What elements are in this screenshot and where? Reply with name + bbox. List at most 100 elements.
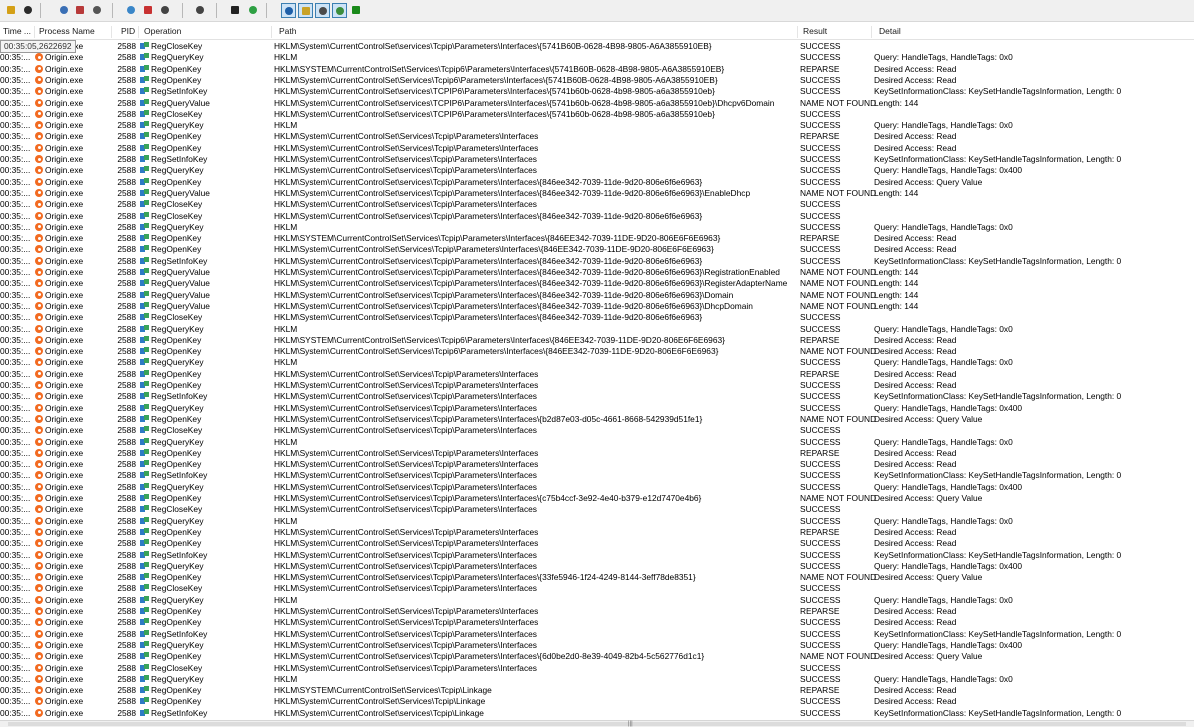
table-row[interactable]: 00:35:... Origin.exe 2588 RegSetInfoKey HKLM…: [0, 550, 1194, 561]
table-row[interactable]: 00:35:... Origin.exe 2588 RegQueryKey HKLM SU…: [0, 324, 1194, 335]
table-row[interactable]: 00:35:... Origin.exe 2588 RegOpenKey HKLM\Sy…: [0, 696, 1194, 707]
table-row[interactable]: 00:35:... Origin.exe 2588 RegQueryKey HKLM SU…: [0, 674, 1194, 685]
table-row[interactable]: 00:35:... Origin.exe 2588 RegQueryKey HKLM\S…: [0, 403, 1194, 414]
save-icon[interactable]: [21, 3, 36, 18]
table-row[interactable]: 00:35:...Origin.exe2588RegCloseKeyHKLM\S…: [0, 504, 1194, 515]
process-cell: Origin.exe: [35, 131, 119, 142]
origin-process-icon: [35, 347, 43, 356]
show-filesystem-icon[interactable]: [298, 3, 313, 18]
table-row[interactable]: 00:35:... Origin.exe 2588 RegSetInfoKey HKLM…: [0, 256, 1194, 267]
table-row[interactable]: 00:35:... Origin.exe 2588 RegQueryKey HKLM SU…: [0, 120, 1194, 131]
table-row[interactable]: 00:35:...Origin.exe2588RegCloseKeyHKLM\S…: [0, 583, 1194, 594]
process-name: Origin.exe: [45, 187, 84, 198]
operation-cell: RegOpenKey: [140, 527, 270, 538]
table-row[interactable]: 00:35:... Origin.exe 2588 RegOpenKey HKLM\Sy…: [0, 617, 1194, 628]
horizontal-scrollbar[interactable]: |||: [0, 720, 1194, 727]
process-name: Origin.exe: [45, 459, 84, 470]
table-row[interactable]: 00:35:... Origin.exe 2588 RegOpenKey HKLM\Sy…: [0, 459, 1194, 470]
table-row[interactable]: 00:35:... Origin.exe 2588 RegOpenKey HKLM\Sy…: [0, 346, 1194, 357]
table-row[interactable]: 00:35:... Origin.exe 2588 RegQueryKey HKLM SU…: [0, 222, 1194, 233]
table-row[interactable]: 00:35:... Origin.exe 2588 RegOpenKey HKLM\Sy…: [0, 493, 1194, 504]
table-row[interactable]: 00:35:... Origin.exe 2588 RegOpenKey HKLM\Sy…: [0, 538, 1194, 549]
table-row[interactable]: 00:35:... Origin.exe 2588 RegQueryValue HKLM…: [0, 98, 1194, 109]
filter-icon[interactable]: [124, 3, 139, 18]
show-registry-icon[interactable]: [281, 3, 296, 18]
find-icon[interactable]: [57, 3, 72, 18]
path-cell: HKLM\System\CurrentControlSet\services\T…: [274, 504, 537, 515]
column-header-operation[interactable]: Operation: [144, 26, 181, 36]
table-row[interactable]: 00:35:... Origin.exe 2588 RegQueryKey HKLM SU…: [0, 516, 1194, 527]
table-row[interactable]: 00:35:... Origin.exe 2588 RegOpenKey HKLM\Sy…: [0, 177, 1194, 188]
table-row[interactable]: 00:35:... Origin.exe 2588 RegOpenKey HKLM\Sy…: [0, 131, 1194, 142]
table-row[interactable]: 00:35:... Origin.exe 2588 RegOpenKey HKLM\Sy…: [0, 572, 1194, 583]
find-binoculars-icon[interactable]: [228, 3, 243, 18]
show-network-icon[interactable]: [315, 3, 330, 18]
table-row[interactable]: 00:35:... Origin.exe 2588 RegQueryValue HKLM…: [0, 267, 1194, 278]
autoscroll-icon[interactable]: [73, 3, 88, 18]
table-row[interactable]: 00:35:... Origin.exe 2588 RegOpenKey HKLM\Sy…: [0, 414, 1194, 425]
path-cell: HKLM\SYSTEM\CurrentControlSet\Services\T…: [274, 334, 725, 345]
column-header-detail[interactable]: Detail: [879, 26, 901, 36]
table-row[interactable]: 00:35:... Origin.exe 2588 RegQueryKey HKLM SU…: [0, 437, 1194, 448]
jump-arrow-icon[interactable]: [246, 3, 261, 18]
table-row[interactable]: 00:35:... Origin.exe 2588 RegOpenKey HKLM\Sy…: [0, 143, 1194, 154]
table-row[interactable]: 00:35:... Origin.exe 2588 RegSetInfoKey HKLM…: [0, 470, 1194, 481]
table-row[interactable]: 00:35:... Origin.exe 2588 RegSetInfoKey HKLM…: [0, 86, 1194, 97]
column-header-pid[interactable]: PID: [121, 26, 135, 36]
scrollbar-thumb[interactable]: [8, 722, 1186, 726]
table-row[interactable]: 00:35:... Origin.exe 2588 RegOpenKey HKLM\SY…: [0, 64, 1194, 75]
include-process-icon[interactable]: [158, 3, 173, 18]
table-row[interactable]: 00:35:... Origin.exe 2588 RegOpenKey HKLM\SY…: [0, 685, 1194, 696]
table-row[interactable]: 00:35:... Origin.exe 2588 RegOpenKey HKLM\Sy…: [0, 380, 1194, 391]
table-row[interactable]: 00:35:... Origin.exe 2588 RegOpenKey HKLM\Sy…: [0, 244, 1194, 255]
table-row[interactable]: 00:35:... Origin.exe 2588 RegQueryKey HKLM\S…: [0, 640, 1194, 651]
column-header-path[interactable]: Path: [279, 26, 297, 36]
event-list[interactable]: 00:35:... Origin.exe 2588 RegCloseKey HKLM\S…: [0, 41, 1194, 720]
process-name: Origin.exe: [45, 662, 84, 673]
table-row[interactable]: 00:35:...Origin.exe2588RegCloseKeyHKLM\S…: [0, 199, 1194, 210]
table-row[interactable]: 00:35:...Origin.exe2588RegCloseKeyHKLM\S…: [0, 109, 1194, 120]
jump-to-icon[interactable]: [193, 3, 208, 18]
table-row[interactable]: 00:35:...Origin.exe2588RegCloseKeyHKLM\S…: [0, 312, 1194, 323]
table-row[interactable]: 00:35:... Origin.exe 2588 RegQueryKey HKLM\S…: [0, 561, 1194, 572]
table-row[interactable]: 00:35:... Origin.exe 2588 RegQueryValue HKLM…: [0, 290, 1194, 301]
table-row[interactable]: 00:35:...Origin.exe2588RegCloseKeyHKLM\S…: [0, 425, 1194, 436]
table-row[interactable]: 00:35:... Origin.exe 2588 RegQueryKey HKLM SU…: [0, 595, 1194, 606]
table-row[interactable]: 00:35:... Origin.exe 2588 RegQueryValue HKLM…: [0, 188, 1194, 199]
table-row[interactable]: 00:35:... Origin.exe 2588 RegOpenKey HKLM\SY…: [0, 233, 1194, 244]
table-row[interactable]: 00:35:... Origin.exe 2588 RegSetInfoKey HKLM…: [0, 391, 1194, 402]
table-row[interactable]: 00:35:... Origin.exe 2588 RegOpenKey HKLM\SY…: [0, 335, 1194, 346]
table-row[interactable]: 00:35:...Origin.exe2588RegCloseKeyHKLM\S…: [0, 211, 1194, 222]
table-row[interactable]: 00:35:... Origin.exe 2588 RegSetInfoKey HKLM…: [0, 708, 1194, 719]
process-name: Origin.exe: [45, 515, 84, 526]
detail-cell: Query: HandleTags, HandleTags: 0x0: [874, 52, 1013, 63]
table-row[interactable]: 00:35:... Origin.exe 2588 RegSetInfoKey HKLM…: [0, 154, 1194, 165]
table-row[interactable]: 00:35:... Origin.exe 2588 RegOpenKey HKLM\Sy…: [0, 75, 1194, 86]
table-row[interactable]: 00:35:... Origin.exe 2588 RegOpenKey HKLM\Sy…: [0, 448, 1194, 459]
table-row[interactable]: 00:35:... Origin.exe 2588 RegOpenKey HKLM\Sy…: [0, 651, 1194, 662]
table-row[interactable]: 00:35:... Origin.exe 2588 RegOpenKey HKLM\Sy…: [0, 369, 1194, 380]
table-row[interactable]: 00:35:... Origin.exe 2588 RegOpenKey HKLM\Sy…: [0, 606, 1194, 617]
table-row[interactable]: 00:35:... Origin.exe 2588 RegSetInfoKey HKLM…: [0, 629, 1194, 640]
table-row[interactable]: 00:35:...Origin.exe2588RegCloseKeyHKLM\S…: [0, 663, 1194, 674]
origin-process-icon: [35, 358, 43, 367]
show-process-icon[interactable]: [332, 3, 347, 18]
highlight-icon[interactable]: [141, 3, 156, 18]
operation-name: RegOpenKey: [151, 617, 202, 628]
table-row[interactable]: 00:35:... Origin.exe 2588 RegQueryValue HKLM…: [0, 301, 1194, 312]
table-row[interactable]: 00:35:... Origin.exe 2588 RegQueryKey HKLM\S…: [0, 165, 1194, 176]
table-row[interactable]: 00:35:... Origin.exe 2588 RegQueryValue HKLM…: [0, 278, 1194, 289]
table-row[interactable]: 00:35:... Origin.exe 2588 RegOpenKey HKLM\Sy…: [0, 527, 1194, 538]
pid-cell: 2588: [117, 572, 136, 583]
column-header-time[interactable]: Time ...: [3, 26, 31, 36]
column-header-process[interactable]: Process Name: [39, 26, 95, 36]
clear-display-icon[interactable]: [90, 3, 105, 18]
table-row[interactable]: 00:35:...Origin.exe2588RegCloseKeyHKLM\S…: [0, 41, 1194, 52]
open-icon[interactable]: [4, 3, 19, 18]
table-row[interactable]: 00:35:... Origin.exe 2588 RegQueryKey HKLM SU…: [0, 357, 1194, 368]
table-row[interactable]: 00:35:... Origin.exe 2588 RegQueryKey HKLM SU…: [0, 52, 1194, 63]
column-header-result[interactable]: Result: [803, 26, 827, 36]
table-row[interactable]: 00:35:... Origin.exe 2588 RegQueryKey HKLM\S…: [0, 482, 1194, 493]
operation-name: RegQueryValue: [151, 97, 210, 108]
show-profiling-icon[interactable]: [349, 3, 364, 18]
